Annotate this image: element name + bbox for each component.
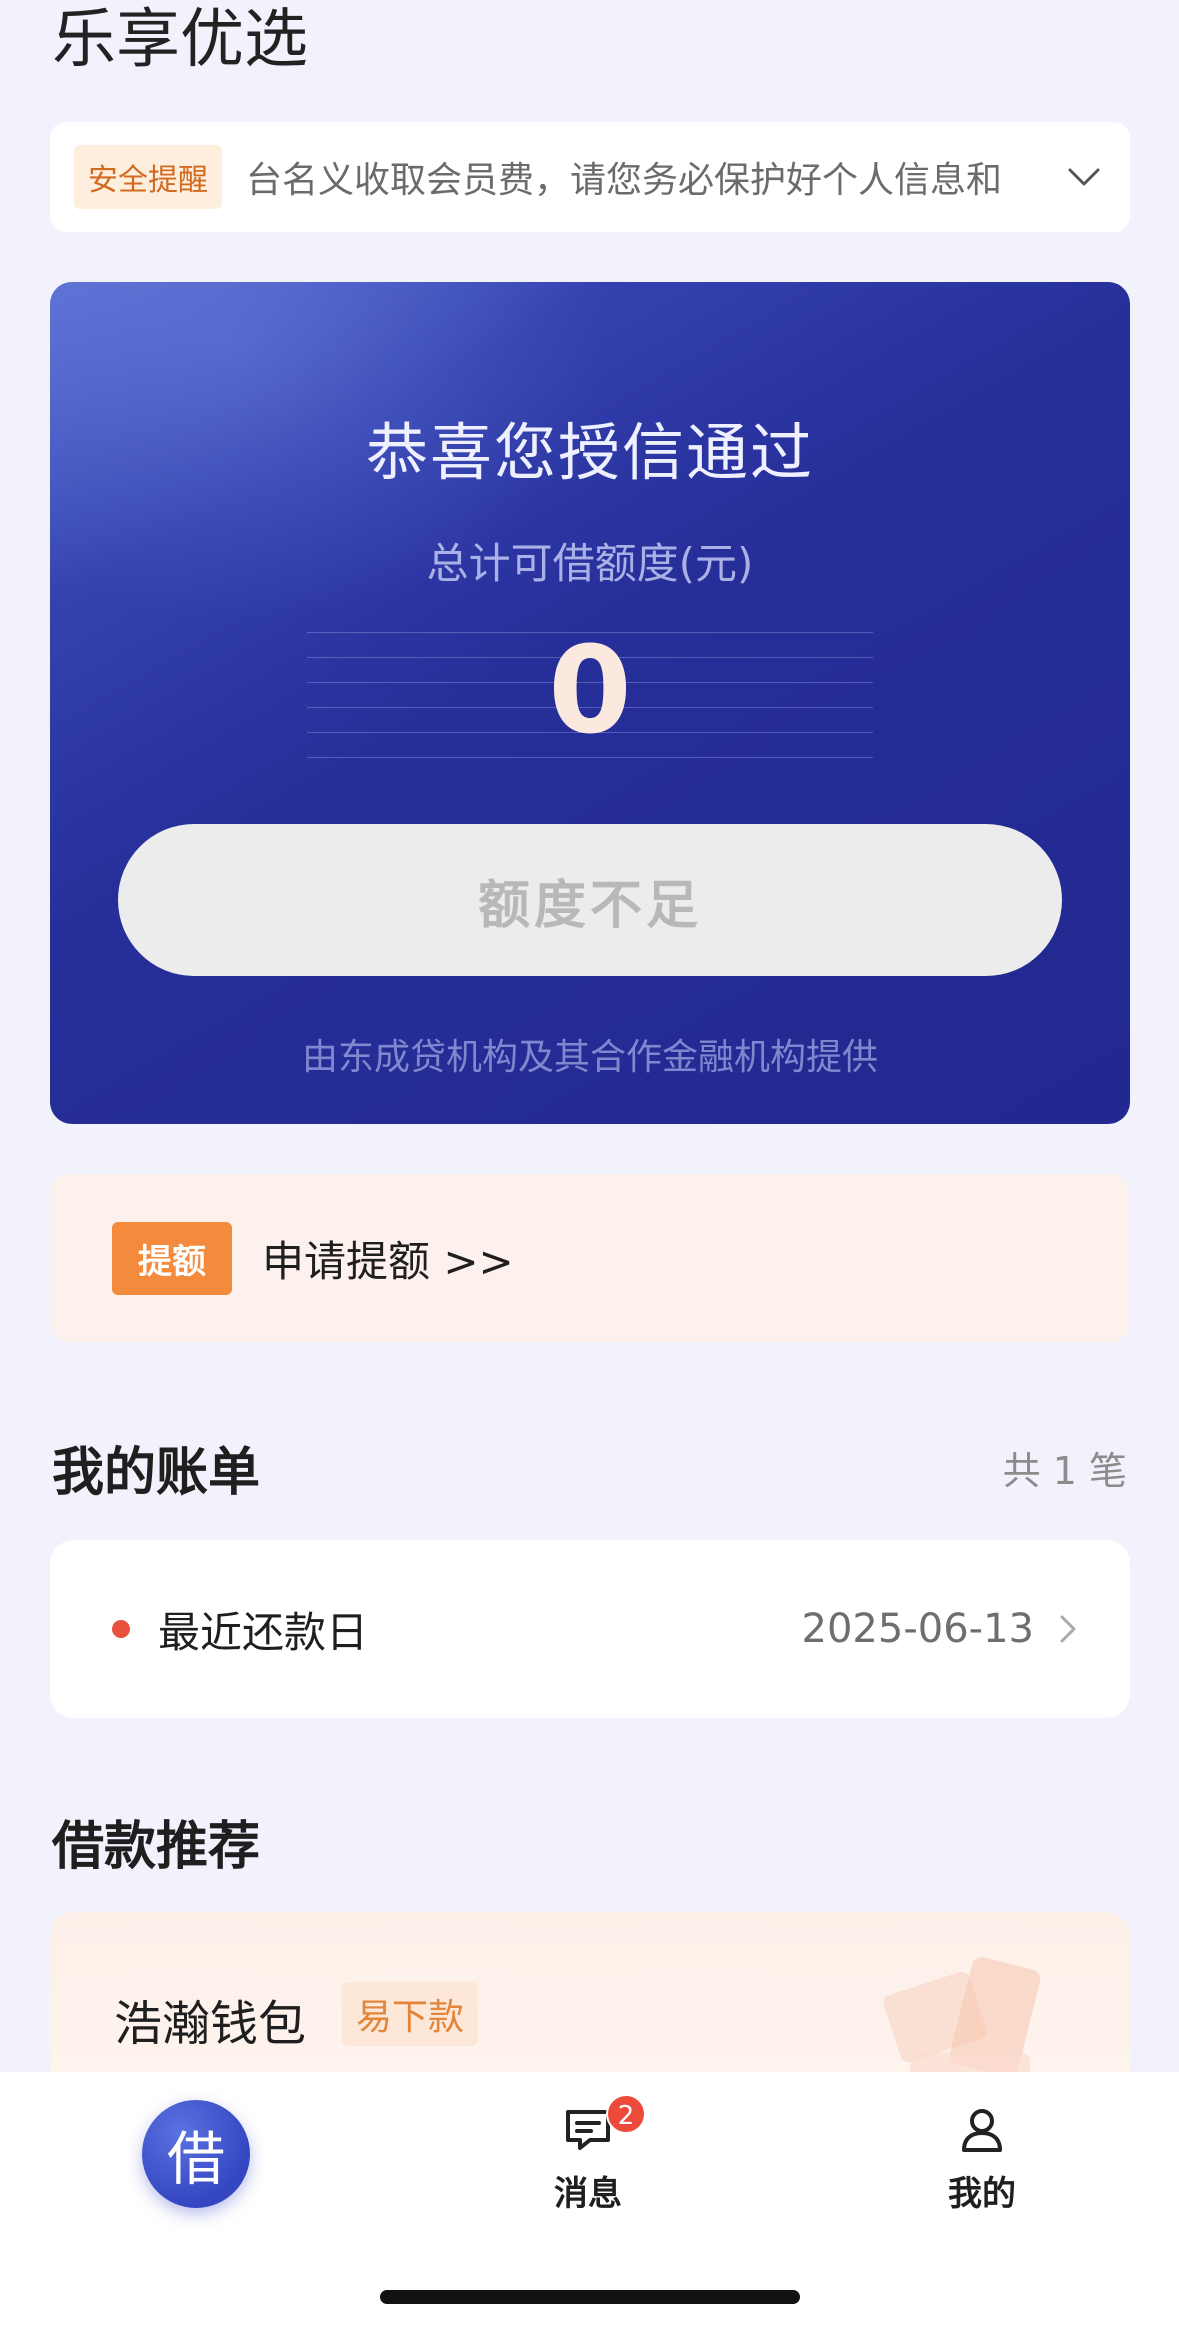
raise-limit-banner[interactable]: 提额 申请提额 >> bbox=[50, 1174, 1130, 1342]
raise-limit-link[interactable]: 申请提额 >> bbox=[262, 1228, 514, 1289]
recommendations-heading: 借款推荐 bbox=[52, 1817, 261, 1877]
recommendation-name: 浩瀚钱包 bbox=[114, 1996, 307, 2052]
raise-limit-tag: 提额 bbox=[112, 1221, 232, 1295]
user-icon bbox=[962, 2109, 1002, 2152]
chevron-right-icon bbox=[1060, 1615, 1076, 1643]
recommendation-tag: 易下款 bbox=[342, 1982, 479, 2046]
tab-messages-label: 消息 bbox=[554, 2174, 622, 2214]
provider-text: 由东成贷机构及其合作金融机构提供 bbox=[301, 1037, 878, 1078]
tab-mine-label: 我的 bbox=[948, 2174, 1016, 2214]
credit-limit-label: 总计可借额度(元) bbox=[426, 539, 754, 588]
security-notice[interactable]: 安全提醒 台名义收取会员费，请您务必保护好个人信息和 bbox=[50, 122, 1130, 232]
bill-date: 2025-06-13 bbox=[801, 1606, 1034, 1652]
app-title: 乐享优选 bbox=[52, 3, 308, 77]
tab-borrow[interactable]: 借 bbox=[142, 2100, 250, 2208]
security-notice-tag: 安全提醒 bbox=[74, 145, 222, 209]
bills-count: 共 1 笔 bbox=[1002, 1449, 1127, 1493]
chevron-down-icon[interactable] bbox=[1062, 155, 1106, 199]
bill-label: 最近还款日 bbox=[158, 1607, 369, 1657]
bill-item[interactable]: 最近还款日 2025-06-13 bbox=[50, 1540, 1130, 1718]
tab-mine[interactable]: 我的 bbox=[902, 2102, 1062, 2215]
credit-approved-title: 恭喜您授信通过 bbox=[365, 416, 814, 489]
credit-card: 恭喜您授信通过 总计可借额度(元) 0 额度不足 由东成贷机构及其合作金融机构提… bbox=[50, 282, 1130, 1124]
security-notice-text: 台名义收取会员费，请您务必保护好个人信息和 bbox=[246, 160, 1003, 201]
credit-amount: 0 bbox=[548, 622, 632, 761]
bills-heading: 我的账单 bbox=[52, 1443, 261, 1503]
bill-status-dot bbox=[112, 1620, 130, 1638]
tab-messages[interactable]: 2 消息 bbox=[508, 2094, 668, 2215]
home-indicator bbox=[380, 2290, 800, 2304]
messages-badge: 2 bbox=[606, 2094, 646, 2134]
insufficient-limit-button[interactable]: 额度不足 bbox=[118, 824, 1062, 976]
